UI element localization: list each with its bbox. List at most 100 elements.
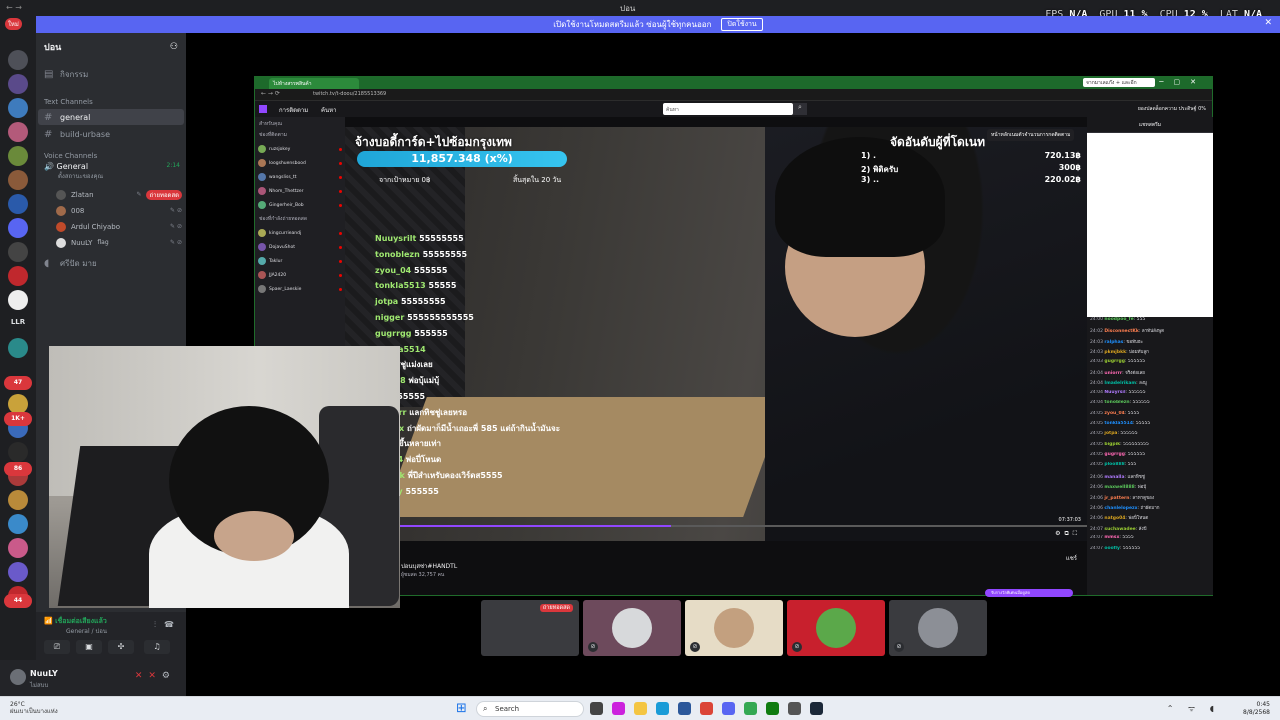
server-label-llr[interactable]: LLR bbox=[4, 318, 32, 326]
server-icon[interactable] bbox=[8, 122, 28, 142]
taskbar-search[interactable]: ⌕ Search bbox=[476, 701, 584, 717]
participant-tile[interactable]: ⊘ bbox=[889, 600, 987, 656]
add-user-icon[interactable]: ⚇ bbox=[170, 42, 178, 52]
store-icon[interactable] bbox=[678, 702, 691, 715]
chrome-green-icon[interactable] bbox=[744, 702, 757, 715]
server-icon[interactable] bbox=[8, 74, 28, 94]
chat-username[interactable]: gugrrgg bbox=[1104, 359, 1125, 364]
chat-username[interactable]: jr_pattern bbox=[1104, 496, 1129, 501]
chrome-icon[interactable] bbox=[700, 702, 713, 715]
system-tray[interactable]: ⌃ ᯤ ◖ bbox=[1167, 703, 1220, 714]
voice-user[interactable]: Zlatan ✎ ถ่ายทอดสด bbox=[56, 187, 182, 202]
participant-tile[interactable]: ⊘ bbox=[583, 600, 681, 656]
text-channels-category[interactable]: Text Channels bbox=[44, 98, 93, 106]
app-icon[interactable] bbox=[788, 702, 801, 715]
voice-user[interactable]: Ardul Chiyabo ✎ ⊘ bbox=[56, 219, 182, 234]
mic-muted-icon[interactable]: ✕ bbox=[135, 671, 149, 681]
chat-username[interactable]: uniorrr bbox=[1104, 371, 1122, 376]
discord-icon[interactable] bbox=[722, 702, 735, 715]
screen-share-button[interactable]: ▣ bbox=[76, 640, 102, 654]
voice-user[interactable]: NuuLY flag ✎ ⊘ bbox=[56, 235, 182, 250]
chat-username[interactable]: jotpa bbox=[1104, 431, 1117, 436]
windows-start-icon[interactable]: ⊞ bbox=[456, 702, 470, 716]
left-nav-channel[interactable]: wangsliss_tt bbox=[255, 170, 345, 184]
promo-pill[interactable]: รับรางวัลพิเศษเมื่อดูสด bbox=[985, 589, 1073, 597]
webcam-feed[interactable] bbox=[49, 346, 400, 608]
camera-button[interactable]: ⎚ bbox=[44, 640, 70, 654]
file-explorer-icon[interactable] bbox=[634, 702, 647, 715]
chat-username[interactable]: noodpoo_fe bbox=[1104, 317, 1133, 322]
chat-username[interactable]: chanlelopezx bbox=[1104, 506, 1137, 511]
voice-channels-category[interactable]: Voice Channels bbox=[44, 152, 97, 160]
left-nav-channel[interactable]: Spaer_Laeskie bbox=[255, 282, 345, 296]
window-controls[interactable]: ─▢✕ bbox=[1159, 78, 1206, 86]
avatar[interactable] bbox=[10, 669, 26, 685]
participant-tile[interactable]: ถ่ายทอดสด bbox=[481, 600, 579, 656]
headset-muted-icon[interactable]: ✕ bbox=[148, 671, 162, 681]
left-nav-channel[interactable]: kingcurrieandj bbox=[255, 226, 345, 240]
chat-username[interactable]: Nuuyrsil bbox=[1104, 390, 1125, 395]
close-icon[interactable]: ✕ bbox=[1264, 18, 1272, 28]
chat-username[interactable]: suchawadee bbox=[1104, 527, 1135, 532]
soundboard-button[interactable]: ♫ bbox=[144, 640, 170, 654]
chat-username[interactable]: tonkla5514 bbox=[1104, 421, 1133, 426]
app-icon[interactable] bbox=[766, 702, 779, 715]
gear-icon[interactable]: ⚙ bbox=[162, 671, 176, 681]
steam-icon[interactable] bbox=[810, 702, 823, 715]
server-icon[interactable] bbox=[8, 242, 28, 262]
voice-channel-other[interactable]: ◖ ศรีปัด มาย bbox=[38, 255, 184, 271]
banner-disable-button[interactable]: ปิดใช้งาน bbox=[721, 18, 763, 31]
voice-channel-general[interactable]: 🔊 General 2:14 ตั้งสถานะของคุณ bbox=[40, 162, 184, 181]
server-icon[interactable] bbox=[8, 490, 28, 510]
channel-general[interactable]: # general bbox=[38, 109, 184, 125]
chat-username[interactable]: natgo04 bbox=[1104, 516, 1125, 521]
noise-icon[interactable]: ⫶ bbox=[154, 620, 156, 630]
search-icon[interactable]: ⌕ bbox=[793, 103, 807, 115]
left-nav-channel[interactable]: DojavuShot bbox=[255, 240, 345, 254]
server-icon[interactable] bbox=[8, 442, 28, 462]
server-icon[interactable] bbox=[8, 146, 28, 166]
browser-tab[interactable]: ไปห้างสรรพสินค้า bbox=[269, 78, 359, 89]
twitch-logo-icon[interactable] bbox=[259, 105, 267, 113]
left-nav-channel[interactable]: Taklur bbox=[255, 254, 345, 268]
activities-button[interactable]: ✣ bbox=[108, 640, 134, 654]
video-controls[interactable]: ⚙⧉⛶ bbox=[1055, 530, 1081, 538]
participant-tile[interactable]: ⊘ bbox=[685, 600, 783, 656]
server-icon[interactable] bbox=[8, 170, 28, 190]
chat-username[interactable]: zyou_04 bbox=[1104, 411, 1124, 416]
chat-username[interactable]: manalla bbox=[1104, 475, 1124, 480]
stream-video[interactable]: จ้างบอดี้การ์ด+ไปซ้อมกรุงเทพ 11,857.348 … bbox=[345, 127, 1087, 541]
server-icon[interactable] bbox=[8, 338, 28, 358]
chat-username[interactable]: tonoblezn bbox=[1104, 400, 1129, 405]
browser-popup[interactable]: จากมาเลแก๊ง + และอีก bbox=[1083, 78, 1155, 87]
participant-tile[interactable]: ⊘ bbox=[787, 600, 885, 656]
server-icon[interactable] bbox=[8, 562, 28, 582]
chat-username[interactable]: bigpik bbox=[1104, 442, 1120, 447]
copilot-icon[interactable] bbox=[612, 702, 625, 715]
channel-build-urbase[interactable]: # build-urbase bbox=[38, 126, 184, 142]
server-icon[interactable] bbox=[8, 514, 28, 534]
nav-following[interactable]: การติดตาม bbox=[279, 105, 308, 115]
server-icon[interactable] bbox=[8, 538, 28, 558]
ranking-popup[interactable]: หน้าหลักเนมตัวจำนวนการกดติดตาม bbox=[987, 129, 1075, 141]
edge-icon[interactable] bbox=[656, 702, 669, 715]
search-input[interactable]: ค้นหา bbox=[663, 103, 793, 115]
server-icon[interactable] bbox=[8, 194, 28, 214]
voice-user[interactable]: 008 ✎ ⊘ bbox=[56, 203, 182, 218]
clock[interactable]: 0:45 8/8/2568 bbox=[1243, 701, 1270, 717]
server-icon[interactable] bbox=[8, 98, 28, 118]
url-field[interactable]: twitch.tv/t-doou/2185513369 bbox=[313, 91, 386, 97]
chat-username[interactable]: ploo888 bbox=[1104, 462, 1124, 467]
activity-item[interactable]: ▤ กิจกรรม bbox=[38, 66, 184, 82]
share-button[interactable]: แชร์ bbox=[1066, 553, 1077, 563]
chat-username[interactable]: ralphas bbox=[1104, 340, 1123, 345]
left-nav-channel[interactable]: Gingerheir_Bob bbox=[255, 198, 345, 212]
server-icon[interactable] bbox=[8, 290, 28, 310]
nav-arrows-icon[interactable]: ← → ⟳ bbox=[261, 90, 280, 97]
chat-username[interactable]: pkmjbkk bbox=[1104, 350, 1126, 355]
task-view-icon[interactable] bbox=[590, 702, 603, 715]
video-progress[interactable] bbox=[345, 525, 1087, 527]
weather-widget[interactable]: 26°C ฝนเบาเป็นบางแห่ง bbox=[10, 701, 58, 715]
server-icon[interactable] bbox=[8, 266, 28, 286]
server-icon[interactable] bbox=[8, 394, 28, 414]
